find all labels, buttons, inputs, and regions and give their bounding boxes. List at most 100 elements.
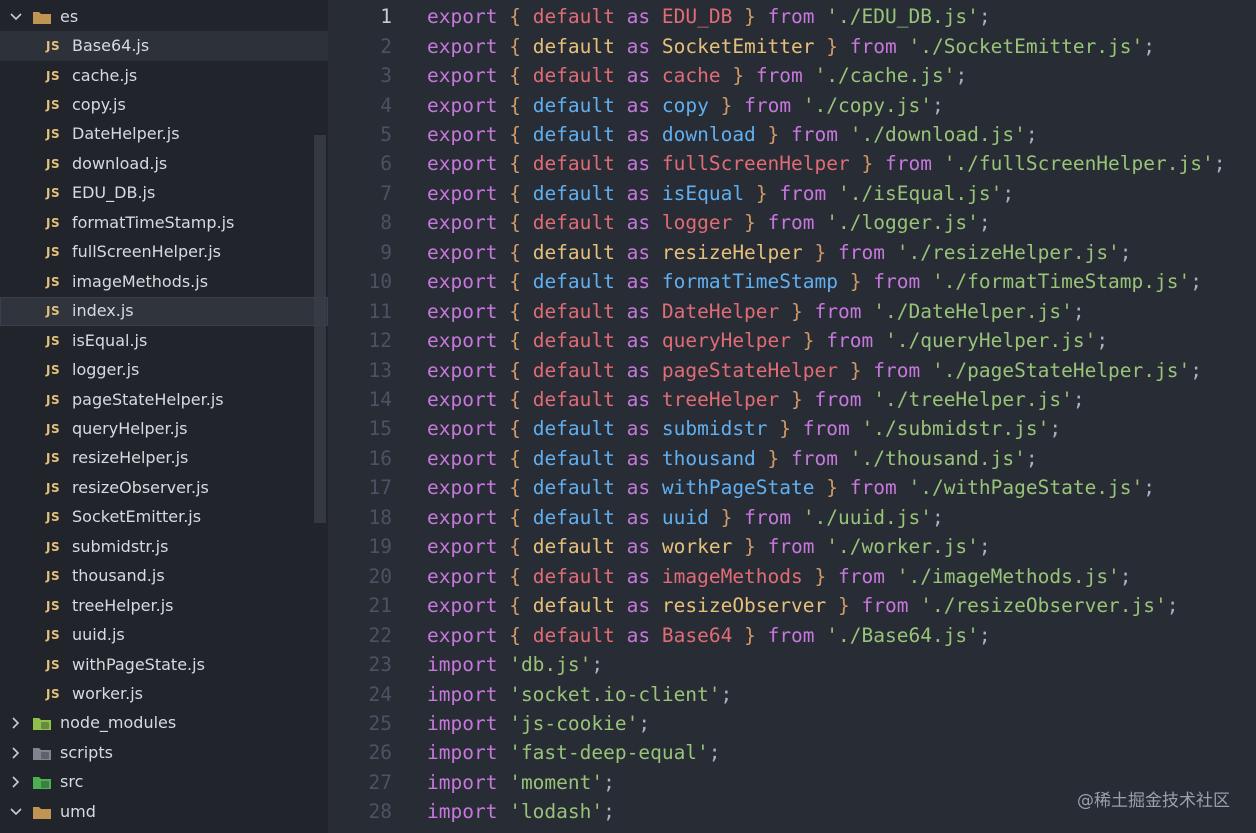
file-item[interactable]: JS formatTimeStamp.js	[0, 208, 328, 237]
file-item[interactable]: JS uuid.js	[0, 620, 328, 649]
folder-label: node_modules	[60, 713, 177, 733]
module-path: './queryHelper.js'	[884, 329, 1097, 353]
folder-src[interactable]: src	[0, 768, 328, 797]
keyword-from: from	[767, 623, 815, 647]
keyword-from: from	[861, 594, 909, 618]
chevron-right-icon[interactable]	[8, 715, 24, 731]
chevron-right-icon[interactable]	[8, 745, 24, 761]
line-number: 17	[368, 476, 392, 500]
code-line[interactable]: 13 export { default as pageStateHelper } …	[328, 355, 1256, 384]
file-item[interactable]: JS resizeObserver.js	[0, 473, 328, 502]
code-line[interactable]: 26 import 'fast-deep-equal';	[328, 738, 1256, 767]
file-item[interactable]: JS queryHelper.js	[0, 414, 328, 443]
line-number: 19	[368, 535, 392, 559]
code-line[interactable]: 16 export { default as thousand } from '.…	[328, 444, 1256, 473]
code-line[interactable]: 6 export { default as fullScreenHelper } …	[328, 149, 1256, 178]
file-item[interactable]: JS withPageState.js	[0, 650, 328, 679]
keyword-default: default	[532, 505, 615, 529]
file-item[interactable]: JS DateHelper.js	[0, 120, 328, 149]
line-number: 11	[368, 299, 392, 323]
code-line[interactable]: 11 export { default as DateHelper } from …	[328, 297, 1256, 326]
brace: {	[509, 240, 521, 264]
file-item[interactable]: JS cache.js	[0, 61, 328, 90]
code-line[interactable]: 4 export { default as copy } from './copy…	[328, 90, 1256, 119]
semicolon: ;	[978, 211, 991, 235]
file-item[interactable]: JS treeHelper.js	[0, 591, 328, 620]
code-line[interactable]: 8 export { default as logger } from './lo…	[328, 208, 1256, 237]
code-line[interactable]: 20 export { default as imageMethods } fro…	[328, 562, 1256, 591]
file-item[interactable]: JS download.js	[0, 149, 328, 178]
code-line[interactable]: 22 export { default as Base64 } from './B…	[328, 620, 1256, 649]
file-item[interactable]: JS EDU_DB.js	[0, 179, 328, 208]
brace: {	[509, 505, 521, 529]
folder-node-modules[interactable]: node_modules	[0, 709, 328, 738]
code-line[interactable]: 17 export { default as withPageState } fr…	[328, 473, 1256, 502]
file-item[interactable]: JS submidstr.js	[0, 532, 328, 561]
code-editor[interactable]: 1 export { default as EDU_DB } from './ED…	[328, 0, 1256, 833]
code-line[interactable]: 2 export { default as SocketEmitter } fro…	[328, 31, 1256, 60]
code-line[interactable]: 9 export { default as resizeHelper } from…	[328, 238, 1256, 267]
code-text: import 'moment';	[427, 771, 615, 794]
code-line[interactable]: 12 export { default as queryHelper } from…	[328, 326, 1256, 355]
code-line[interactable]: 5 export { default as download } from './…	[328, 120, 1256, 149]
file-item[interactable]: JS index.js	[0, 296, 328, 326]
code-line[interactable]: 14 export { default as treeHelper } from …	[328, 385, 1256, 414]
js-file-icon: JS	[46, 186, 61, 201]
code-line[interactable]: 10 export { default as formatTimeStamp } …	[328, 267, 1256, 296]
code-line[interactable]: 7 export { default as isEqual } from './i…	[328, 179, 1256, 208]
file-item[interactable]: JS Base64.js	[0, 31, 328, 61]
code-line[interactable]: 18 export { default as uuid } from './uui…	[328, 503, 1256, 532]
file-item[interactable]: JS pageStateHelper.js	[0, 385, 328, 414]
keyword-as: as	[626, 299, 651, 323]
code-line[interactable]: 24 import 'socket.io-client';	[328, 679, 1256, 708]
semicolon: ;	[1143, 476, 1156, 500]
code-line[interactable]: 15 export { default as submidstr } from '…	[328, 414, 1256, 443]
keyword-export: export	[427, 388, 498, 412]
code-line[interactable]: 1 export { default as EDU_DB } from './ED…	[328, 2, 1256, 31]
file-item[interactable]: JS worker.js	[0, 679, 328, 708]
file-item[interactable]: JS fullScreenHelper.js	[0, 238, 328, 267]
js-file-icon: JS	[46, 68, 61, 83]
keyword-export: export	[427, 358, 498, 382]
code-line[interactable]: 19 export { default as worker } from './w…	[328, 532, 1256, 561]
folder-es[interactable]: es	[0, 2, 328, 31]
code-line[interactable]: 25 import 'js-cookie';	[328, 709, 1256, 738]
file-item[interactable]: JS imageMethods.js	[0, 267, 328, 296]
watermark: @稀土掘金技术社区	[1077, 791, 1230, 811]
module-path: './worker.js'	[826, 535, 979, 559]
file-item[interactable]: JS copy.js	[0, 90, 328, 119]
file-item[interactable]: JS logger.js	[0, 355, 328, 384]
module-path: './isEqual.js'	[838, 181, 1003, 205]
code-line[interactable]: 21 export { default as resizeObserver } f…	[328, 591, 1256, 620]
file-item[interactable]: JS thousand.js	[0, 562, 328, 591]
file-item[interactable]: JS isEqual.js	[0, 326, 328, 355]
file-item[interactable]: JS SocketEmitter.js	[0, 503, 328, 532]
chevron-down-icon[interactable]	[8, 804, 24, 820]
chevron-right-icon[interactable]	[8, 774, 24, 790]
keyword-import: import	[427, 711, 498, 735]
scrollbar[interactable]	[314, 135, 326, 523]
keyword-from: from	[873, 358, 921, 382]
export-name: uuid	[661, 505, 709, 529]
chevron-down-icon[interactable]	[8, 9, 24, 25]
folder-scripts[interactable]: scripts	[0, 738, 328, 767]
file-item[interactable]: JS resizeHelper.js	[0, 444, 328, 473]
code-line[interactable]: 23 import 'db.js';	[328, 650, 1256, 679]
brace: {	[509, 299, 521, 323]
code-line[interactable]: 3 export { default as cache } from './cac…	[328, 61, 1256, 90]
brace: }	[744, 5, 756, 29]
folder-umd[interactable]: umd	[0, 797, 328, 826]
